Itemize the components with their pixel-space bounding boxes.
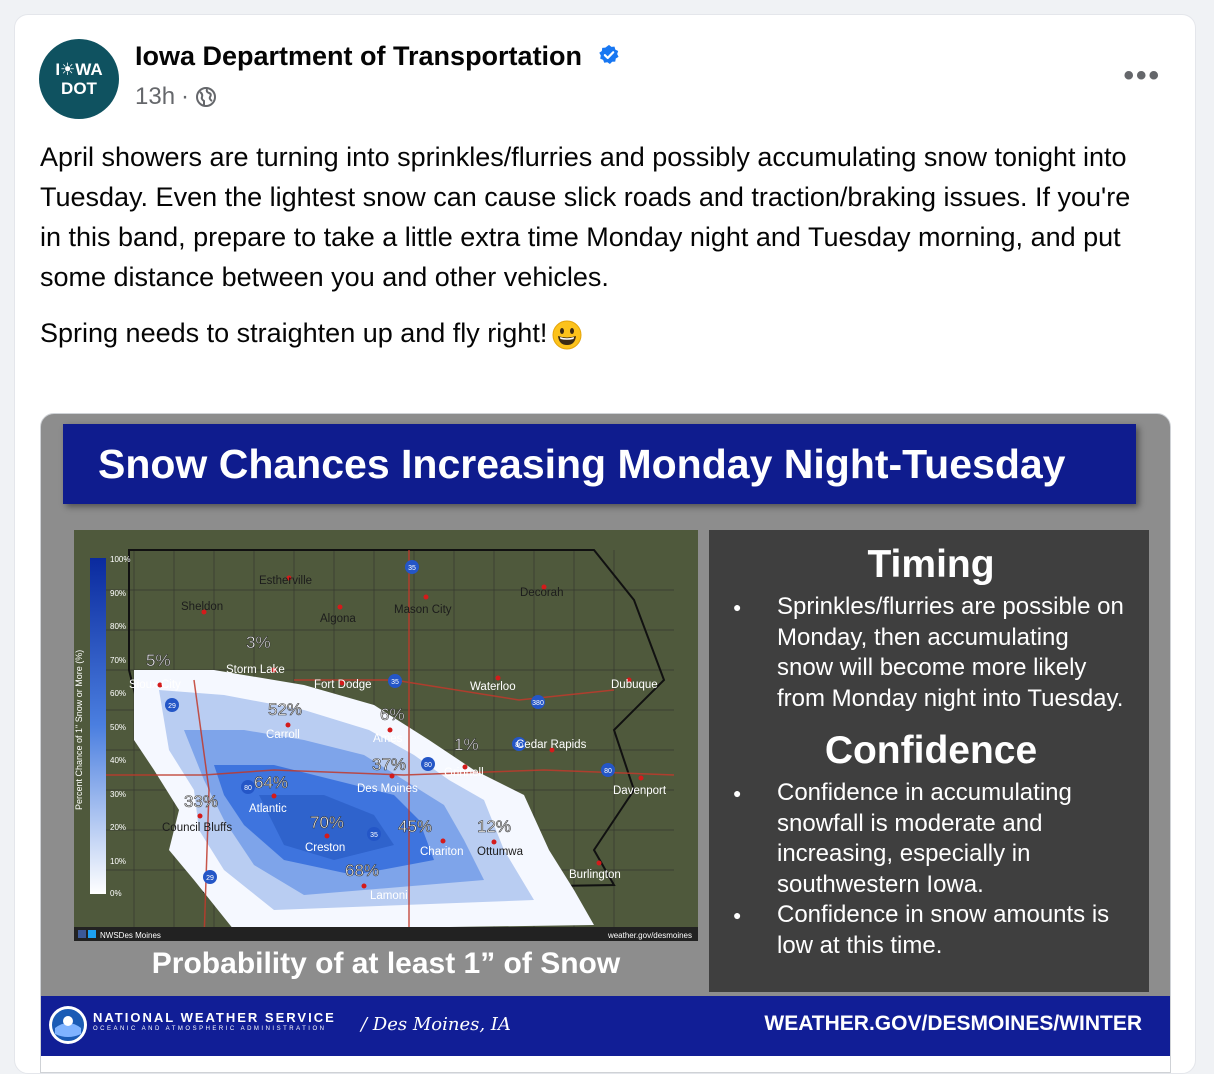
- legend-gradient: [90, 558, 106, 894]
- probability-value: 68%: [345, 861, 379, 880]
- verified-badge-icon: [598, 44, 619, 64]
- map-source-url: weather.gov/desmoines: [607, 931, 692, 940]
- city-label: Storm Lake: [226, 664, 285, 676]
- map-caption: Probability of at least 1” of Snow: [151, 947, 621, 980]
- map-svg: Percent Chance of 1" Snow or More (%) 10…: [74, 530, 698, 941]
- nws-office: / Des Moines, IA: [361, 1014, 511, 1035]
- city-label: Waterloo: [470, 681, 516, 693]
- post-text-line: Spring needs to straighten up and fly ri…: [40, 318, 548, 348]
- city-label: Carroll: [266, 729, 300, 741]
- post-timestamp[interactable]: 13h: [135, 83, 175, 111]
- legend-tick: 0%: [110, 889, 122, 898]
- legend-tick: 60%: [110, 689, 126, 698]
- confidence-bullet: Confidence in snow amounts is low at thi…: [733, 900, 1129, 961]
- highway-shield: 80: [604, 768, 612, 775]
- probability-value: 37%: [372, 755, 406, 774]
- probability-value: 52%: [268, 700, 302, 719]
- timing-heading: Timing: [867, 543, 995, 586]
- probability-value: 70%: [310, 813, 344, 832]
- more-options-icon[interactable]: •••: [1123, 59, 1161, 93]
- city-label: Atlantic: [249, 803, 287, 815]
- facebook-icon: [78, 930, 86, 938]
- timing-list: Sprinkles/flurries are possible on Monda…: [733, 592, 1129, 714]
- legend-tick: 20%: [110, 823, 126, 832]
- city-label: Creston: [305, 842, 345, 854]
- highway-shield: 35: [408, 565, 416, 572]
- globe-icon: [196, 87, 217, 107]
- highway-shield: 29: [206, 875, 214, 882]
- avatar[interactable]: I☀WA DOT: [39, 39, 119, 119]
- city-label: Chariton: [420, 846, 463, 858]
- legend-tick: 40%: [110, 756, 126, 765]
- highway-shield: 80: [244, 785, 252, 792]
- weather-graphic-image[interactable]: Snow Chances Increasing Monday Night-Tue…: [40, 413, 1171, 1073]
- confidence-heading: Confidence: [824, 729, 1038, 772]
- legend-tick: 70%: [110, 656, 126, 665]
- legend-tick: 30%: [110, 790, 126, 799]
- legend-tick: 100%: [110, 555, 130, 564]
- image-bottom-edge: [41, 1056, 1170, 1072]
- post-author[interactable]: Iowa Department of Transportation: [135, 41, 620, 72]
- probability-value: 12%: [477, 817, 511, 836]
- facebook-post: I☀WA DOT Iowa Department of Transportati…: [14, 14, 1196, 1074]
- city-label: Grinnell: [444, 767, 484, 779]
- social-handle: NWSDes Moines: [100, 931, 161, 940]
- post-text-paragraph-2: Spring needs to straighten up and fly ri…: [40, 313, 1150, 353]
- legend-tick: 10%: [110, 857, 126, 866]
- snow-probability-map: Percent Chance of 1" Snow or More (%) 10…: [74, 530, 698, 941]
- nws-agency-subtitle: OCEANIC AND ATMOSPHERIC ADMINISTRATION: [93, 1026, 327, 1032]
- timing-bullet: Sprinkles/flurries are possible on Monda…: [733, 592, 1129, 714]
- meta-separator: ·: [181, 83, 190, 110]
- legend-tick: 80%: [110, 622, 126, 631]
- city-label: Lamoni: [370, 890, 408, 902]
- city-label: Fort Dodge: [314, 679, 372, 691]
- nws-logo-icon: [49, 1006, 87, 1044]
- avatar-text-bottom: DOT: [61, 79, 97, 98]
- nws-footer-bar: NATIONAL WEATHER SERVICE OCEANIC AND ATM…: [41, 996, 1170, 1056]
- author-name[interactable]: Iowa Department of Transportation: [135, 41, 582, 71]
- city-label: Council Bluffs: [162, 822, 232, 834]
- city-label: Dubuque: [611, 679, 658, 691]
- city-label: Des Moines: [357, 783, 418, 795]
- highway-shield: 29: [168, 703, 176, 710]
- grinning-face-emoji-icon: [552, 320, 582, 350]
- highway-shield: 35: [370, 832, 378, 839]
- legend-tick: 50%: [110, 723, 126, 732]
- nws-winter-url: WEATHER.GOV/DESMOINES/WINTER: [764, 1012, 1142, 1035]
- city-label: Ames: [373, 733, 403, 745]
- city-label: Ottumwa: [477, 846, 524, 858]
- probability-value: 64%: [254, 773, 288, 792]
- city-label: Davenport: [613, 785, 667, 797]
- highway-shield: 380: [532, 700, 544, 707]
- city-label: Burlington: [569, 869, 621, 881]
- legend-title: Percent Chance of 1" Snow or More (%): [74, 650, 84, 810]
- post-meta: 13h ·: [135, 83, 217, 111]
- city-label: Mason City: [394, 604, 452, 616]
- avatar-text-top: I☀WA: [55, 60, 103, 79]
- probability-value: 6%: [380, 705, 405, 724]
- forecast-info-panel: Timing Sprinkles/flurries are possible o…: [709, 530, 1149, 992]
- graphic-title: Snow Chances Increasing Monday Night-Tue…: [63, 424, 1136, 504]
- confidence-bullet: Confidence in accumulating snowfall is m…: [733, 778, 1129, 900]
- city-label: Sheldon: [181, 601, 223, 613]
- probability-value: 45%: [398, 817, 432, 836]
- nws-agency-name: NATIONAL WEATHER SERVICE: [93, 1010, 336, 1025]
- probability-value: 33%: [184, 792, 218, 811]
- probability-value: 3%: [246, 633, 271, 652]
- confidence-list: Confidence in accumulating snowfall is m…: [733, 778, 1129, 961]
- city-label: Sioux City: [129, 679, 181, 691]
- city-label: Algona: [320, 613, 356, 625]
- city-label: Estherville: [259, 575, 312, 587]
- probability-value: 1%: [454, 735, 479, 754]
- post-text-paragraph-1: April showers are turning into sprinkles…: [40, 142, 1131, 292]
- twitter-icon: [88, 930, 96, 938]
- city-label: Decorah: [520, 587, 563, 599]
- legend-tick: 90%: [110, 589, 126, 598]
- probability-value: 5%: [146, 651, 171, 670]
- post-body: April showers are turning into sprinkles…: [40, 137, 1150, 369]
- city-label: Cedar Rapids: [516, 739, 587, 751]
- highway-shield: 80: [424, 762, 432, 769]
- highway-shield: 35: [391, 679, 399, 686]
